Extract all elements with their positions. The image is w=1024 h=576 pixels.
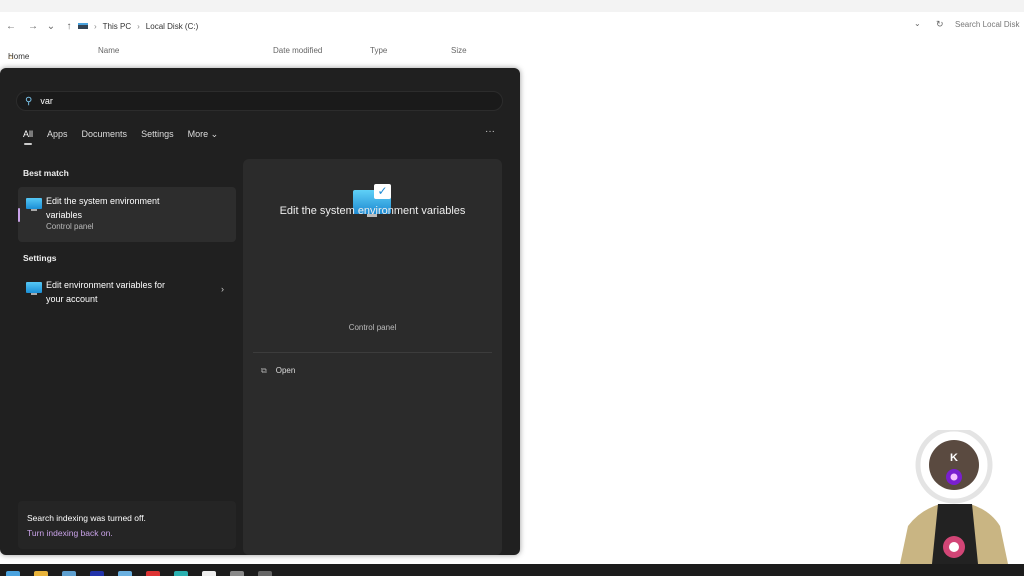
preview-subtitle: Control panel	[348, 323, 397, 332]
back-icon[interactable]: ←	[4, 21, 18, 32]
turn-indexing-on-link[interactable]: Turn indexing back on.	[27, 526, 227, 541]
app-icon[interactable]	[62, 571, 76, 576]
search-input[interactable]: Search Local Disk	[955, 20, 1019, 29]
app-icon[interactable]	[90, 571, 104, 576]
tab-more-label: More	[187, 129, 209, 139]
refresh-icon[interactable]: ↻	[936, 19, 944, 30]
open-action[interactable]: ⧉ Open	[261, 366, 295, 376]
tab-settings[interactable]: Settings	[141, 129, 174, 140]
chrome-icon[interactable]	[146, 571, 160, 576]
recent-chevron-icon[interactable]: ⌄	[44, 21, 58, 32]
tab-more[interactable]: More ⌄	[188, 129, 219, 140]
preview-pane: ✓ Edit the system environment variables …	[243, 159, 502, 555]
monitor-icon	[26, 282, 42, 295]
settings-result-item[interactable]: Edit environment variables for your acco…	[18, 272, 236, 312]
settings-heading: Settings	[23, 253, 57, 263]
separator-icon: ›	[94, 21, 97, 31]
indexing-notice: Search indexing was turned off. Turn ind…	[18, 501, 236, 549]
best-match-heading: Best match	[23, 168, 69, 178]
avatar-letter: K	[950, 452, 958, 464]
file-explorer-icon[interactable]	[34, 571, 48, 576]
breadcrumb-local-disk[interactable]: Local Disk (C:)	[146, 22, 198, 31]
column-header: ⌂ Home Name Date modified Type Size	[0, 40, 520, 62]
start-icon[interactable]	[6, 571, 20, 576]
column-name[interactable]: Name	[98, 46, 119, 55]
open-external-icon: ⧉	[261, 366, 267, 375]
app-icon[interactable]	[202, 571, 216, 576]
best-match-item[interactable]: Edit the system environment variables Co…	[18, 187, 236, 242]
app-icon[interactable]	[258, 571, 272, 576]
filter-tabs: All Apps Documents Settings More ⌄	[23, 129, 219, 145]
home-label: Home	[8, 52, 30, 61]
open-label: Open	[275, 366, 296, 375]
separator-icon: ›	[137, 21, 140, 31]
address-bar[interactable]: › This PC › Local Disk (C:)	[78, 14, 928, 38]
divider	[253, 352, 492, 353]
column-size[interactable]: Size	[451, 46, 467, 55]
app-icon[interactable]	[230, 571, 244, 576]
settings-result-title: Edit environment variables for your acco…	[46, 280, 166, 304]
address-row: ← → ⌄ ↑ › This PC › Local Disk (C:) ⌄ ↻ …	[0, 12, 1024, 40]
drive-icon	[78, 23, 88, 29]
indexing-message: Search indexing was turned off.	[27, 513, 146, 523]
preview-title: Edit the system environment variables	[279, 205, 466, 217]
column-type[interactable]: Type	[370, 46, 387, 55]
chevron-down-icon: ⌄	[210, 129, 219, 139]
tab-all[interactable]: All	[23, 129, 33, 145]
search-input[interactable]: ⚲ var	[16, 91, 503, 111]
more-options-icon[interactable]: ···	[485, 126, 495, 137]
start-search-panel: ⚲ var All Apps Documents Settings More ⌄…	[0, 68, 520, 555]
forward-icon[interactable]: →	[26, 21, 40, 32]
column-date[interactable]: Date modified	[273, 46, 322, 55]
up-icon[interactable]: ↑	[62, 21, 76, 32]
app-icon[interactable]	[118, 571, 132, 576]
tab-documents[interactable]: Documents	[82, 129, 128, 140]
search-query[interactable]: var	[40, 96, 53, 106]
chevron-right-icon[interactable]: ›	[221, 284, 224, 294]
breadcrumb-this-pc[interactable]: This PC	[103, 22, 131, 31]
best-match-title: Edit the system environment variables	[46, 196, 160, 220]
tab-apps[interactable]: Apps	[47, 129, 68, 140]
streamer-avatar: K	[890, 426, 1024, 564]
search-icon: ⚲	[25, 95, 33, 107]
taskbar	[0, 564, 1024, 576]
selection-indicator	[18, 208, 20, 222]
title-bar	[0, 0, 1024, 12]
edge-icon[interactable]	[174, 571, 188, 576]
best-match-subtitle: Control panel	[46, 222, 94, 231]
address-dropdown-icon[interactable]: ⌄	[914, 19, 921, 28]
monitor-icon	[26, 198, 42, 211]
